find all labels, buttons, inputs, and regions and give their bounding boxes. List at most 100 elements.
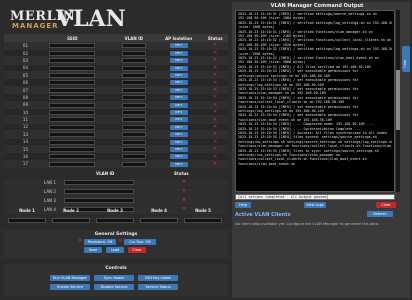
save-button[interactable]: Save: [84, 247, 102, 253]
x-icon: ✕: [213, 87, 218, 94]
vlan-id-input[interactable]: [121, 139, 146, 145]
ssid-input[interactable]: [49, 43, 96, 49]
ssid-vlan-table: SSID VLAN ID AP Isolation Status 01Off✕0…: [4, 34, 228, 169]
ssid-input[interactable]: [49, 124, 96, 130]
vlan-id-input[interactable]: [121, 58, 146, 64]
service-status-button[interactable]: Service Status: [138, 284, 178, 290]
console-line: functions/vlan_manager.sh functions/coll…: [238, 144, 392, 149]
help-button[interactable]: Help: [235, 202, 251, 208]
hide-panel-tab[interactable]: Hide: [402, 46, 410, 72]
nodes-section: Node 1 Node 2 Node 3 Node 4 Node 5: [4, 208, 228, 230]
ssid-input[interactable]: [49, 139, 96, 145]
ap-isolation-select[interactable]: Off: [169, 65, 188, 71]
vlan-id-input[interactable]: [121, 73, 146, 78]
vlan-id-input[interactable]: [121, 117, 146, 123]
ssid-input[interactable]: [49, 73, 96, 78]
ap-isolation-select[interactable]: Off: [169, 43, 188, 49]
node-ip-input[interactable]: [184, 218, 222, 223]
ssid-input[interactable]: [49, 58, 96, 64]
node-ip-input[interactable]: [52, 218, 90, 223]
vlan-id-input[interactable]: [121, 95, 146, 101]
cron-dropdown[interactable]: Cru Run: Off: [124, 239, 156, 245]
vlan-id-input[interactable]: [121, 102, 146, 108]
table-row: 12 Off ✕: [4, 123, 228, 132]
table-row: 13 Off ✕: [4, 130, 228, 139]
ap-isolation-select[interactable]: Off: [169, 73, 188, 78]
lan-col-status: Status: [174, 171, 189, 176]
ap-isolation-select[interactable]: Off: [169, 146, 188, 152]
lan-vlan-input[interactable]: [64, 189, 134, 194]
ssid-input[interactable]: [49, 109, 96, 115]
vlan-id-input[interactable]: [121, 43, 146, 49]
ssid-input[interactable]: [49, 65, 96, 71]
vlan-id-input[interactable]: [121, 124, 146, 130]
clear-output-button[interactable]: Clear: [376, 202, 396, 208]
node-label: Node 2: [63, 208, 79, 213]
ap-isolation-select[interactable]: Off: [169, 124, 188, 130]
col-ap-isolation: AP Isolation: [154, 34, 203, 42]
ap-isolation-select[interactable]: Off: [169, 161, 188, 167]
x-icon: ✕: [213, 101, 218, 108]
disable-service-button[interactable]: Disable Service: [94, 284, 134, 290]
vlan-id-input[interactable]: [121, 80, 146, 86]
ap-isolation-select[interactable]: Off: [169, 58, 188, 64]
scrollbar-thumb[interactable]: [396, 70, 400, 130]
ssh-key-install-button[interactable]: SSH Key Install: [138, 275, 178, 281]
lan-vlan-input[interactable]: [64, 198, 134, 203]
logo-text-vlan: VLAN: [56, 6, 126, 32]
x-icon: ✕: [213, 131, 218, 138]
vlan-id-input[interactable]: [121, 50, 146, 56]
console-scrollbar[interactable]: [396, 10, 400, 192]
row-label: 11: [4, 115, 32, 124]
ssid-input[interactable]: [49, 80, 96, 86]
ssid-input[interactable]: [49, 95, 96, 101]
clear-settings-button[interactable]: Clear: [128, 247, 146, 253]
command-input[interactable]: [all actions completed - cli output paus…: [235, 194, 395, 200]
ap-isolation-select[interactable]: Off: [169, 50, 188, 56]
ap-isolation-select[interactable]: Off: [169, 109, 188, 115]
ap-isolation-select[interactable]: Off: [169, 80, 188, 86]
vlan-id-input[interactable]: [121, 132, 146, 138]
node-ip-input[interactable]: [140, 218, 178, 223]
output-title: VLAN Manager Command Output: [270, 3, 364, 9]
enable-service-button[interactable]: Enable Service: [50, 284, 90, 290]
ssid-input[interactable]: [49, 146, 96, 152]
ap-isolation-select[interactable]: Off: [169, 102, 188, 108]
ssid-input[interactable]: [49, 50, 96, 56]
command-output-console[interactable]: 2025-10-23 15:10:51 [INFO] / verified se…: [235, 10, 395, 192]
ssid-input[interactable]: [49, 161, 96, 167]
load-button[interactable]: Load: [106, 247, 124, 253]
node-slot: Node 3: [94, 208, 136, 223]
node-ip-input[interactable]: [96, 218, 134, 223]
ssid-input[interactable]: [49, 87, 96, 93]
node-ip-input[interactable]: [8, 218, 46, 223]
view-logs-button[interactable]: View Logs: [304, 202, 326, 208]
vlan-id-input[interactable]: [121, 65, 146, 71]
sync-nodes-button[interactable]: Sync Nodes: [94, 275, 134, 281]
lan-col-vlan-id: VLAN ID: [96, 171, 115, 176]
ap-isolation-select[interactable]: Off: [169, 95, 188, 101]
ap-isolation-select[interactable]: Off: [169, 139, 188, 145]
ssid-input[interactable]: [49, 117, 96, 123]
vlan-id-input[interactable]: [121, 154, 146, 160]
console-line: functions/vlan_boot_event.sh: [238, 161, 296, 166]
ssid-input[interactable]: [49, 132, 96, 138]
node-label: Node 4: [151, 208, 167, 213]
ap-isolation-select[interactable]: Off: [169, 132, 188, 138]
refresh-button[interactable]: Refresh: [367, 211, 393, 217]
ssid-input[interactable]: [49, 102, 96, 108]
persistent-dropdown[interactable]: Persistent: Off: [84, 239, 116, 245]
ssid-input[interactable]: [49, 154, 96, 160]
vlan-id-input[interactable]: [121, 87, 146, 93]
run-vlan-manager-button[interactable]: Run VLAN Manager: [50, 275, 90, 281]
ap-isolation-select[interactable]: Off: [169, 117, 188, 123]
vlan-id-input[interactable]: [121, 109, 146, 115]
vlan-id-input[interactable]: [121, 146, 146, 152]
table-row: 15 Off ✕: [4, 145, 228, 154]
row-label: 15: [4, 145, 32, 154]
vlan-id-input[interactable]: [121, 161, 146, 167]
ap-isolation-select[interactable]: Off: [169, 154, 188, 160]
lan-vlan-input[interactable]: [64, 180, 134, 185]
ap-isolation-select[interactable]: Off: [169, 87, 188, 93]
col-vlan-id: VLAN ID: [112, 34, 155, 42]
